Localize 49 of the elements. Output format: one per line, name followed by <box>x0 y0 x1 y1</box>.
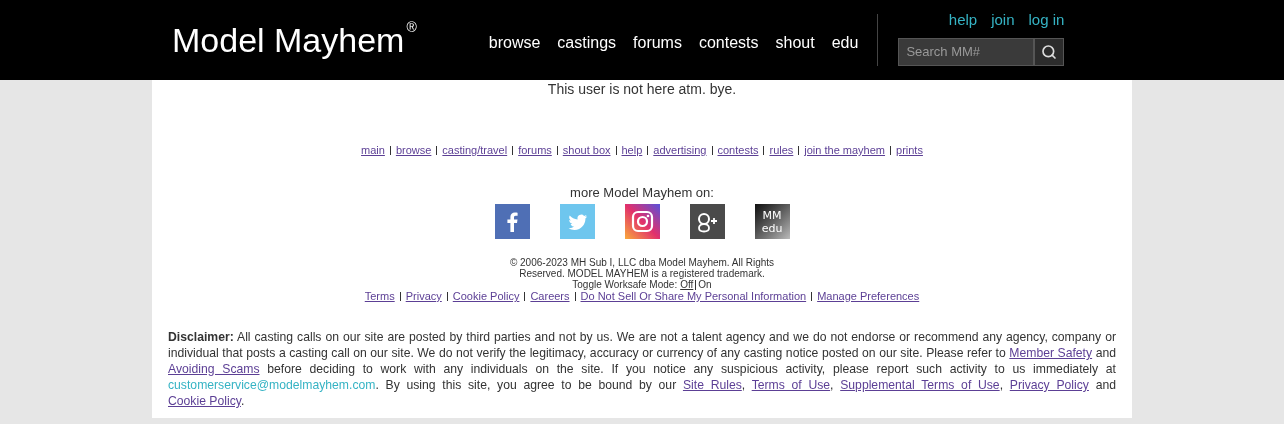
copyright-text: © 2006-2023 MH Sub I, LLC dba Model Mayhem. All Rights <box>509 257 775 268</box>
google-plus-icon[interactable] <box>689 204 725 239</box>
nav-link[interactable]: contests <box>698 31 759 55</box>
site-logo[interactable]: Model Mayhem® <box>172 14 417 66</box>
nav-link[interactable]: edu <box>831 31 859 55</box>
search-button[interactable] <box>1034 37 1065 66</box>
footer-link[interactable]: contests <box>717 142 759 159</box>
nav-link[interactable]: forums <box>633 31 682 55</box>
worksafe-option[interactable]: Off <box>680 279 694 290</box>
copyright-text: Reserved. MODEL MAYHEM is a registered trademark. <box>519 268 765 279</box>
search-field[interactable]: Search MM# <box>898 37 1035 66</box>
footer-link[interactable]: prints <box>896 142 923 159</box>
account-link[interactable]: help <box>948 9 978 32</box>
footer-link[interactable]: help <box>621 142 643 159</box>
footer-link[interactable]: main <box>361 142 385 159</box>
footer-link[interactable]: rules <box>769 142 794 159</box>
disclaimer-link[interactable]: Cookie Policy <box>168 394 241 408</box>
disclaimer-link[interactable]: Avoiding Scams <box>168 362 260 376</box>
search-icon <box>1041 43 1058 60</box>
footer-link[interactable]: browse <box>395 142 432 159</box>
edu-logo[interactable]: MM edu <box>754 204 790 239</box>
disclaimer-text: Disclaimer: All casting calls on our site are posted by third parties and not by us. We are not a talent agency and we do not endorse or recommend any agency, company or individual that posts a casting call on our site. We do not verify the legitimacy, accuracy or currency of any casting notice posted on our site. Please refer to Member Safety and Avoiding Scams before deciding to work with any individuals on the site. If you notice any suspicious activity, please report such activity to us immediately at customerservice@modelmayhem.com. By using this site, you agree to be bound by our Site Rules, Terms of Use, Supplemental Terms of Use, Privacy Policy and Cookie Policy. <box>168 329 1116 409</box>
legal-link[interactable]: Terms <box>364 290 395 303</box>
disclaimer-link[interactable]: Privacy Policy <box>1009 378 1089 392</box>
disclaimer-link[interactable]: Supplemental Terms of Use <box>840 378 1000 392</box>
footer-link[interactable]: advertising <box>653 142 707 159</box>
account-link[interactable]: join <box>991 9 1015 32</box>
footer-link[interactable]: forums <box>518 142 552 159</box>
account-link[interactable]: log in <box>1028 9 1065 32</box>
facebook-icon[interactable] <box>494 204 530 239</box>
footer-link[interactable]: shout box <box>562 142 611 159</box>
camera-icon[interactable] <box>624 204 660 239</box>
worksafe-option[interactable]: On <box>698 279 712 290</box>
footer-link[interactable]: join the mayhem <box>804 142 886 159</box>
disclaimer-link[interactable]: Terms of Use <box>751 378 831 392</box>
worksafe-label: Toggle Worksafe Mode: <box>572 279 678 290</box>
status-message: This user is not here atm. bye. <box>547 80 737 98</box>
footer-link[interactable]: casting/travel <box>442 142 508 159</box>
nav-link[interactable]: shout <box>775 31 815 55</box>
legal-link[interactable]: Privacy <box>405 290 442 303</box>
disclaimer-link[interactable]: Site Rules <box>682 378 742 392</box>
nav-link[interactable]: browse <box>488 31 541 55</box>
legal-link[interactable]: Careers <box>530 290 570 303</box>
social-heading: more Model Mayhem on: <box>570 183 714 202</box>
nav-link[interactable]: castings <box>557 31 617 55</box>
legal-link[interactable]: Do Not Sell Or Share My Personal Information <box>580 290 807 303</box>
disclaimer-link[interactable]: Member Safety <box>1009 346 1093 360</box>
legal-link[interactable]: Cookie Policy <box>452 290 520 303</box>
legal-link[interactable]: Manage Preferences <box>817 290 920 303</box>
